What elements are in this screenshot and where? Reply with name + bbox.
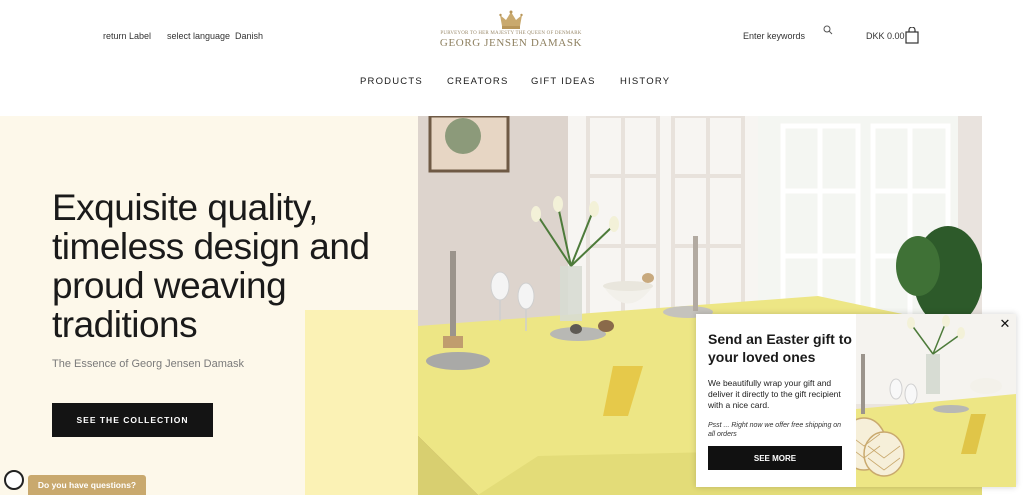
see-more-button[interactable]: SEE MORE [708,446,842,470]
popup-title: Send an Easter gift to your loved ones [708,331,852,365]
chat-questions-button[interactable]: Do you have questions? [28,475,146,495]
popup-body: We beautifully wrap your gift and delive… [708,378,841,410]
see-collection-button[interactable]: SEE THE COLLECTION [52,403,213,437]
nav-gift-ideas[interactable]: GIFT IDEAS [531,76,596,87]
select-language-label: select language [167,31,231,41]
easter-gift-popup: Send an Easter gift to your loved ones W… [696,314,1016,487]
close-icon[interactable]: ✕ [998,317,1012,331]
hero-subtitle: The Essence of Georg Jensen Damask [52,358,244,370]
nav-history[interactable]: HISTORY [620,76,670,87]
return-label-link[interactable]: return Label [103,31,151,41]
logo-wordmark: GEORG JENSEN DAMASK [439,37,583,49]
search-icon[interactable] [823,25,833,35]
site-logo[interactable]: PURVEYOR TO HER MAJESTY THE QUEEN OF DEN… [436,10,586,49]
chat-logo-icon[interactable] [4,470,24,490]
cart-total[interactable]: DKK 0.00 [866,31,905,41]
popup-image [856,314,1016,487]
search-input[interactable]: Enter keywords [743,31,805,41]
popup-note: Psst ... Right now we offer free shippin… [708,422,842,438]
crown-icon [499,10,523,29]
logo-subtitle: PURVEYOR TO HER MAJESTY THE QUEEN OF DEN… [440,31,582,36]
hero-title: Exquisite quality, timeless design and p… [52,187,370,345]
shopping-bag-icon[interactable] [905,27,919,44]
language-selector[interactable]: Danish [235,31,263,41]
nav-products[interactable]: PRODUCTS [360,76,423,87]
site-header: return Label select language Danish PURV… [0,0,1024,116]
nav-creators[interactable]: CREATORS [447,76,509,87]
